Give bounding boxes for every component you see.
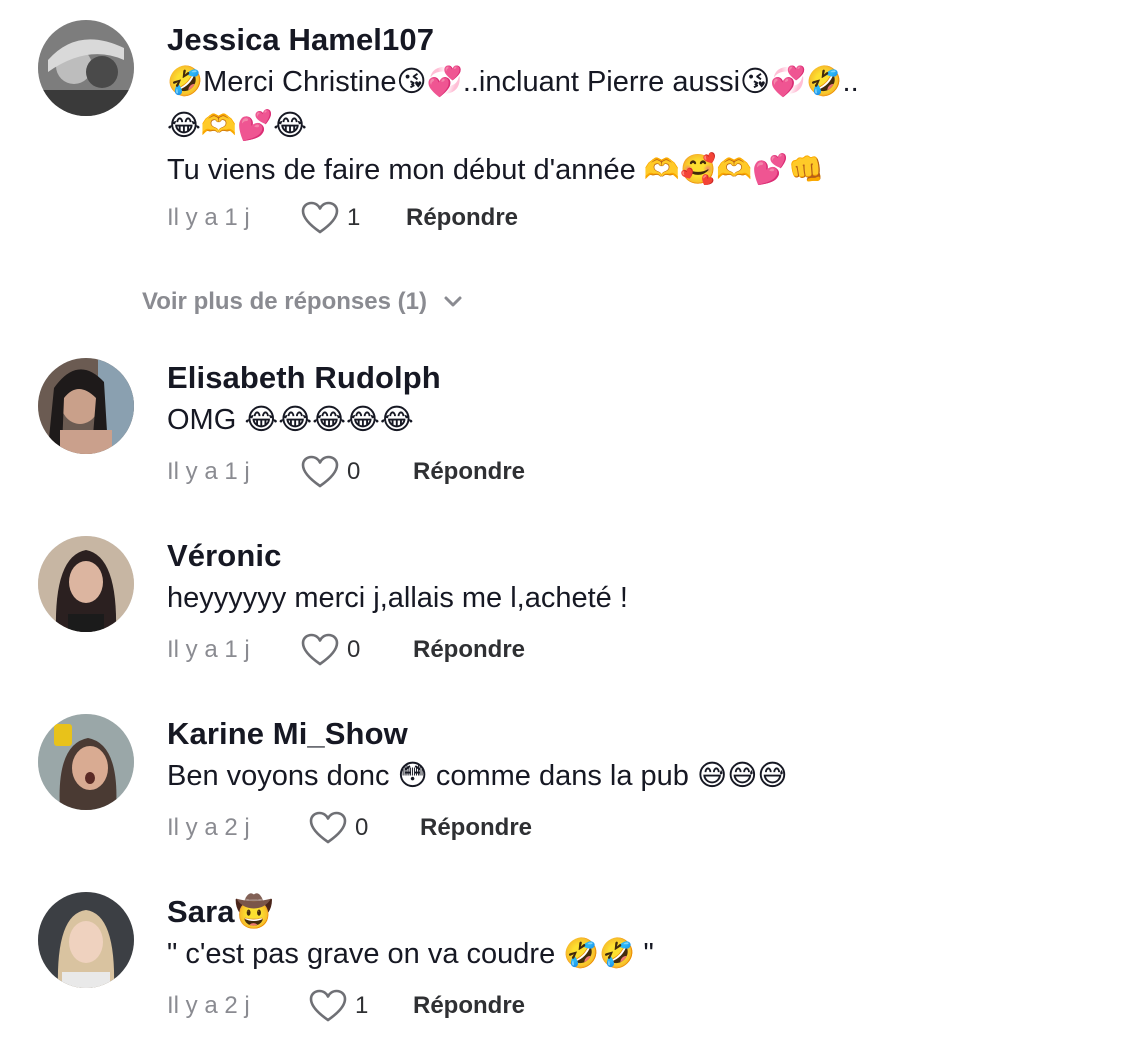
comment-text: Ben voyons donc 😳 comme dans la pub 😅😅😅 bbox=[167, 760, 788, 792]
like-button[interactable]: 1 bbox=[309, 986, 368, 1026]
comment-text: OMG 😂😂😂😂😂 bbox=[167, 404, 414, 436]
comment-text: heyyyyyy merci j,allais me l,acheté ! bbox=[167, 582, 628, 614]
avatar[interactable] bbox=[38, 714, 134, 810]
view-more-replies-label: Voir plus de réponses (1) bbox=[142, 288, 427, 315]
comment-timestamp: Il y a 1 j bbox=[167, 204, 250, 231]
comment-timestamp: Il y a 2 j bbox=[167, 992, 250, 1019]
comment-username[interactable]: Karine Mi_Show bbox=[167, 714, 1117, 754]
heart-outline-icon bbox=[301, 201, 339, 234]
comment-timestamp: Il y a 1 j bbox=[167, 458, 250, 485]
view-more-replies-button[interactable]: Voir plus de réponses (1) bbox=[142, 288, 463, 316]
like-button[interactable]: 1 bbox=[301, 198, 360, 238]
comment-username[interactable]: Elisabeth Rudolph bbox=[167, 358, 1117, 398]
like-count: 1 bbox=[347, 204, 361, 231]
comment-text: Tu viens de faire mon début d'année 🫶🥰🫶💕… bbox=[167, 154, 825, 186]
avatar[interactable] bbox=[38, 536, 134, 632]
heart-outline-icon bbox=[301, 455, 339, 488]
avatar[interactable] bbox=[38, 20, 134, 116]
like-button[interactable]: 0 bbox=[301, 630, 360, 670]
avatar[interactable] bbox=[38, 892, 134, 988]
like-button[interactable]: 0 bbox=[301, 452, 360, 492]
like-button[interactable]: 0 bbox=[309, 808, 368, 848]
reply-button[interactable]: Répondre bbox=[413, 458, 525, 486]
reply-button[interactable]: Répondre bbox=[413, 636, 525, 664]
comment-text: 🤣Merci Christine😘💞..incluant Pierre auss… bbox=[167, 66, 859, 98]
comment-username[interactable]: Sara🤠 bbox=[167, 892, 1117, 932]
comment-timestamp: Il y a 2 j bbox=[167, 814, 250, 841]
comment-timestamp: Il y a 1 j bbox=[167, 636, 250, 663]
like-count: 0 bbox=[347, 458, 361, 485]
heart-outline-icon bbox=[309, 989, 347, 1022]
comment-text: 😂🫶💕😂 bbox=[167, 110, 307, 142]
comment-username[interactable]: Jessica Hamel107 bbox=[167, 20, 1117, 60]
chevron-down-icon bbox=[444, 296, 462, 307]
heart-outline-icon bbox=[309, 811, 347, 844]
like-count: 0 bbox=[355, 814, 369, 841]
reply-button[interactable]: Répondre bbox=[406, 204, 518, 232]
comment-text: " c'est pas grave on va coudre 🤣🤣 " bbox=[167, 938, 654, 970]
heart-outline-icon bbox=[301, 633, 339, 666]
like-count: 0 bbox=[347, 636, 361, 663]
comment-username[interactable]: Véronic bbox=[167, 536, 1117, 576]
avatar[interactable] bbox=[38, 358, 134, 454]
reply-button[interactable]: Répondre bbox=[420, 814, 532, 842]
like-count: 1 bbox=[355, 992, 369, 1019]
reply-button[interactable]: Répondre bbox=[413, 992, 525, 1020]
